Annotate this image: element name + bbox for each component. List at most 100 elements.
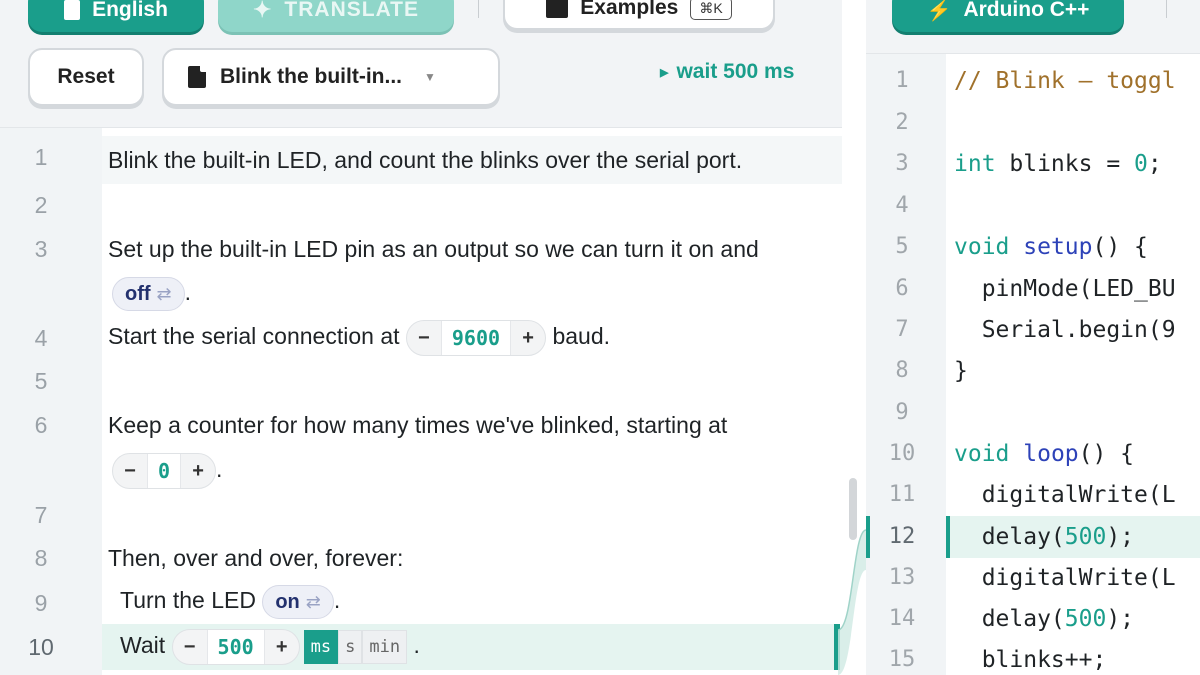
code-keyword: void	[954, 441, 1010, 467]
prose-line-8: Then, over and over, forever:	[108, 545, 404, 571]
caret-down-icon: ▼	[424, 70, 436, 84]
run-status-text: wait 500 ms	[676, 60, 795, 83]
code-text: delay(	[954, 524, 1065, 550]
period: .	[333, 587, 341, 614]
decrement-button[interactable]: −	[173, 636, 207, 659]
code-function: loop	[1023, 441, 1079, 467]
increment-button[interactable]: +	[511, 327, 545, 350]
bolt-icon: ⚡	[926, 0, 952, 22]
target-language-label: Arduino C++	[963, 0, 1090, 21]
line-number: 8	[34, 545, 48, 571]
code-text: delay(	[954, 606, 1065, 632]
line-number: 3	[34, 236, 48, 262]
toolbar-divider	[1166, 0, 1167, 18]
code-text: () {	[1092, 234, 1148, 260]
magic-wand-icon: ✦	[252, 0, 273, 22]
code-line-number: 14	[888, 606, 916, 631]
code-line-5: void setup() {	[954, 234, 1148, 260]
period: .	[216, 456, 223, 483]
program-select[interactable]: Blink the built-in... ▼	[162, 48, 500, 106]
code-line-10: void loop() {	[954, 441, 1134, 467]
code-line-number: 6	[895, 276, 909, 301]
code-line-number: 7	[895, 317, 909, 342]
code-line-number: 4	[895, 193, 909, 218]
code-line-15: blinks++;	[954, 647, 1107, 673]
line-mapping-connector	[838, 529, 867, 675]
code-line-number: 8	[895, 358, 909, 383]
code-line-1: // Blink — toggl	[954, 68, 1176, 94]
language-english-button[interactable]: English	[28, 0, 204, 32]
code-line-number: 13	[888, 565, 916, 590]
increment-button[interactable]: +	[181, 460, 215, 483]
counter-value[interactable]: 0	[147, 454, 182, 488]
code-editor-pane: ⚡ Arduino C++ 1 2 3 4 5 6 7 8 9 10 11 12…	[866, 0, 1200, 675]
prose-line-9: Turn the LED on ⇄ .	[120, 585, 340, 619]
line-number: 5	[34, 368, 48, 394]
code-line-number: 3	[895, 151, 909, 176]
translate-button[interactable]: ✦ TRANSLATE	[218, 0, 454, 32]
delay-value[interactable]: 500	[206, 630, 265, 664]
code-text: blinks =	[995, 151, 1135, 177]
code-line-number: 11	[888, 482, 916, 507]
reset-button[interactable]: Reset	[28, 48, 144, 106]
unit-ms[interactable]: ms	[303, 630, 339, 664]
file-icon	[188, 66, 206, 88]
line-number: 6	[34, 412, 48, 438]
delay-stepper[interactable]: − 500 +	[171, 629, 300, 665]
baud-value[interactable]: 9600	[440, 321, 512, 355]
swap-icon: ⇄	[305, 591, 321, 612]
mapping-band	[838, 530, 866, 675]
code-line-8: }	[954, 358, 968, 384]
code-keyword: int	[954, 151, 996, 177]
code-line-12-marker	[946, 516, 950, 558]
line-number: 9	[34, 590, 48, 616]
swap-icon: ⇄	[156, 283, 172, 304]
line-4-text: Start the serial connection at	[108, 323, 400, 350]
prose-line-6-cont: − 0 + .	[112, 453, 222, 489]
code-line-number: 5	[895, 234, 909, 259]
prose-line-6: Keep a counter for how many times we've …	[108, 412, 728, 438]
code-number: 500	[1064, 606, 1107, 632]
counter-stepper[interactable]: − 0 +	[112, 453, 217, 489]
target-language-button[interactable]: ⚡ Arduino C++	[892, 0, 1124, 32]
examples-shortcut: ⌘K	[690, 0, 732, 20]
code-line-number: 10	[888, 441, 916, 466]
code-line-number: 15	[888, 647, 916, 672]
prose-line-1: Blink the built-in LED, and count the bl…	[108, 147, 743, 173]
line-4-suffix: baud.	[552, 323, 611, 350]
code-text: );	[1106, 524, 1135, 550]
increment-button[interactable]: +	[265, 636, 299, 659]
prose-line-4: Start the serial connection at − 9600 + …	[108, 320, 610, 356]
code-line-number: 1	[895, 68, 909, 93]
translate-label: TRANSLATE	[284, 0, 420, 21]
decrement-button[interactable]: −	[407, 327, 441, 350]
prose-editor-pane: English ✦ TRANSLATE Examples ⌘K Reset Bl…	[0, 0, 842, 675]
line-10-text: Wait	[120, 632, 166, 659]
toolbar-divider	[478, 0, 479, 18]
prose-line-10: Wait − 500 + ms s min .	[120, 629, 420, 665]
run-status: ▶ wait 500 ms	[660, 60, 794, 84]
examples-button[interactable]: Examples ⌘K	[503, 0, 775, 30]
chip-label: off	[125, 282, 151, 305]
baud-stepper[interactable]: − 9600 +	[405, 320, 547, 356]
line-9-text: Turn the LED	[120, 587, 256, 614]
code-line-number: 12	[888, 524, 916, 549]
prose-line-3-cont: off ⇄ .	[112, 277, 191, 311]
code-line-number: 2	[895, 110, 909, 135]
code-comment: // Blink — toggl	[954, 68, 1176, 94]
unit-min[interactable]: min	[362, 630, 408, 664]
code-line-11: digitalWrite(L	[954, 482, 1176, 508]
code-line-12: delay(500);	[954, 524, 1134, 550]
document-icon	[64, 0, 81, 20]
unit-s[interactable]: s	[338, 630, 363, 664]
led-state-chip-on[interactable]: on ⇄	[262, 585, 334, 619]
line-number: 7	[34, 502, 48, 528]
prose-line-3: Set up the built-in LED pin as an output…	[108, 236, 759, 262]
period: .	[413, 632, 420, 659]
led-state-chip-off[interactable]: off ⇄	[112, 277, 185, 311]
unit-selector[interactable]: ms s min	[303, 630, 408, 664]
code-line-7: Serial.begin(9	[954, 317, 1176, 343]
code-text: ;	[1147, 151, 1162, 177]
decrement-button[interactable]: −	[113, 460, 147, 483]
right-toolbar: ⚡ Arduino C++	[866, 0, 1200, 54]
